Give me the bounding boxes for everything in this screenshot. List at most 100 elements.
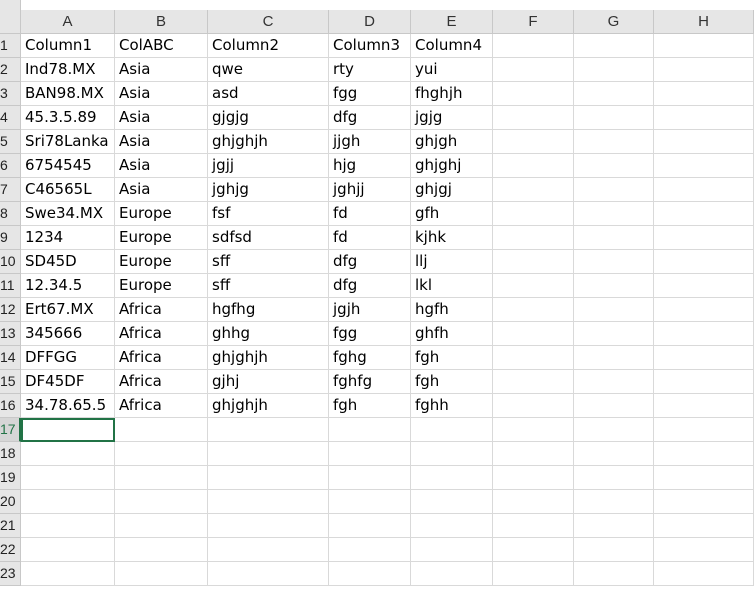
cell-h13[interactable] bbox=[654, 322, 754, 346]
cell-h3[interactable] bbox=[654, 82, 754, 106]
cell-g1[interactable] bbox=[574, 34, 654, 58]
cell-a3[interactable]: BAN98.MX bbox=[21, 82, 115, 106]
cell-a17[interactable] bbox=[21, 418, 115, 442]
cell-g3[interactable] bbox=[574, 82, 654, 106]
cell-d12[interactable]: jgjh bbox=[329, 298, 411, 322]
cell-f19[interactable] bbox=[493, 466, 574, 490]
cell-a23[interactable] bbox=[21, 562, 115, 586]
cell-c3[interactable]: asd bbox=[208, 82, 329, 106]
cell-d10[interactable]: dfg bbox=[329, 250, 411, 274]
cell-h12[interactable] bbox=[654, 298, 754, 322]
cell-h2[interactable] bbox=[654, 58, 754, 82]
cell-f9[interactable] bbox=[493, 226, 574, 250]
column-header-e[interactable]: E bbox=[411, 10, 493, 34]
cell-c7[interactable]: jghjg bbox=[208, 178, 329, 202]
cell-a19[interactable] bbox=[21, 466, 115, 490]
cell-f22[interactable] bbox=[493, 538, 574, 562]
cell-h7[interactable] bbox=[654, 178, 754, 202]
cell-g6[interactable] bbox=[574, 154, 654, 178]
cell-g19[interactable] bbox=[574, 466, 654, 490]
cell-e11[interactable]: lkl bbox=[411, 274, 493, 298]
cell-b18[interactable] bbox=[115, 442, 208, 466]
cell-h19[interactable] bbox=[654, 466, 754, 490]
cell-e9[interactable]: kjhk bbox=[411, 226, 493, 250]
cell-d4[interactable]: dfg bbox=[329, 106, 411, 130]
cell-b17[interactable] bbox=[115, 418, 208, 442]
cell-e4[interactable]: jgjg bbox=[411, 106, 493, 130]
row-header-23[interactable]: 23 bbox=[0, 562, 21, 586]
row-header-18[interactable]: 18 bbox=[0, 442, 21, 466]
row-header-17[interactable]: 17 bbox=[0, 418, 21, 442]
cell-f17[interactable] bbox=[493, 418, 574, 442]
cell-b8[interactable]: Europe bbox=[115, 202, 208, 226]
column-header-f[interactable]: F bbox=[493, 10, 574, 34]
cell-a1[interactable]: Column1 bbox=[21, 34, 115, 58]
cell-d14[interactable]: fghg bbox=[329, 346, 411, 370]
cell-h1[interactable] bbox=[654, 34, 754, 58]
cell-g8[interactable] bbox=[574, 202, 654, 226]
cell-g7[interactable] bbox=[574, 178, 654, 202]
cell-c15[interactable]: gjhj bbox=[208, 370, 329, 394]
cell-g17[interactable] bbox=[574, 418, 654, 442]
cell-f2[interactable] bbox=[493, 58, 574, 82]
cell-h18[interactable] bbox=[654, 442, 754, 466]
cell-a16[interactable]: 34.78.65.5 bbox=[21, 394, 115, 418]
cell-a5[interactable]: Sri78Lanka bbox=[21, 130, 115, 154]
cell-a10[interactable]: SD45D bbox=[21, 250, 115, 274]
cell-d15[interactable]: fghfg bbox=[329, 370, 411, 394]
cell-c16[interactable]: ghjghjh bbox=[208, 394, 329, 418]
cell-b1[interactable]: ColABC bbox=[115, 34, 208, 58]
column-header-d[interactable]: D bbox=[329, 10, 411, 34]
row-header-14[interactable]: 14 bbox=[0, 346, 21, 370]
cell-c1[interactable]: Column2 bbox=[208, 34, 329, 58]
cell-d9[interactable]: fd bbox=[329, 226, 411, 250]
cell-f13[interactable] bbox=[493, 322, 574, 346]
cell-g12[interactable] bbox=[574, 298, 654, 322]
cell-e22[interactable] bbox=[411, 538, 493, 562]
cell-d23[interactable] bbox=[329, 562, 411, 586]
cell-a18[interactable] bbox=[21, 442, 115, 466]
cell-d11[interactable]: dfg bbox=[329, 274, 411, 298]
spreadsheet-grid[interactable]: A B C D E F G H 1 Column1 ColABC Column2 Column3 Colu… bbox=[0, 0, 754, 593]
cell-f6[interactable] bbox=[493, 154, 574, 178]
cell-d8[interactable]: fd bbox=[329, 202, 411, 226]
cell-f21[interactable] bbox=[493, 514, 574, 538]
cell-b19[interactable] bbox=[115, 466, 208, 490]
cell-f1[interactable] bbox=[493, 34, 574, 58]
row-header-6[interactable]: 6 bbox=[0, 154, 21, 178]
cell-d18[interactable] bbox=[329, 442, 411, 466]
cell-f18[interactable] bbox=[493, 442, 574, 466]
cell-f20[interactable] bbox=[493, 490, 574, 514]
cell-h11[interactable] bbox=[654, 274, 754, 298]
cell-e16[interactable]: fghh bbox=[411, 394, 493, 418]
cell-c6[interactable]: jgjj bbox=[208, 154, 329, 178]
cell-e14[interactable]: fgh bbox=[411, 346, 493, 370]
cell-a7[interactable]: C46565L bbox=[21, 178, 115, 202]
row-header-1[interactable]: 1 bbox=[0, 34, 21, 58]
cell-e5[interactable]: ghjgh bbox=[411, 130, 493, 154]
cell-a11[interactable]: 12.34.5 bbox=[21, 274, 115, 298]
cell-e17[interactable] bbox=[411, 418, 493, 442]
cell-f5[interactable] bbox=[493, 130, 574, 154]
cell-a21[interactable] bbox=[21, 514, 115, 538]
column-header-c[interactable]: C bbox=[208, 10, 329, 34]
cell-b11[interactable]: Europe bbox=[115, 274, 208, 298]
row-header-2[interactable]: 2 bbox=[0, 58, 21, 82]
cell-b2[interactable]: Asia bbox=[115, 58, 208, 82]
cell-a9[interactable]: 1234 bbox=[21, 226, 115, 250]
cell-g20[interactable] bbox=[574, 490, 654, 514]
cell-c2[interactable]: qwe bbox=[208, 58, 329, 82]
cell-f8[interactable] bbox=[493, 202, 574, 226]
cell-e3[interactable]: fhghjh bbox=[411, 82, 493, 106]
cell-c14[interactable]: ghjghjh bbox=[208, 346, 329, 370]
cell-c4[interactable]: gjgjg bbox=[208, 106, 329, 130]
cell-d3[interactable]: fgg bbox=[329, 82, 411, 106]
cell-e15[interactable]: fgh bbox=[411, 370, 493, 394]
cell-b21[interactable] bbox=[115, 514, 208, 538]
row-header-21[interactable]: 21 bbox=[0, 514, 21, 538]
cell-b22[interactable] bbox=[115, 538, 208, 562]
cell-h15[interactable] bbox=[654, 370, 754, 394]
row-header-16[interactable]: 16 bbox=[0, 394, 21, 418]
cell-a22[interactable] bbox=[21, 538, 115, 562]
cell-h5[interactable] bbox=[654, 130, 754, 154]
